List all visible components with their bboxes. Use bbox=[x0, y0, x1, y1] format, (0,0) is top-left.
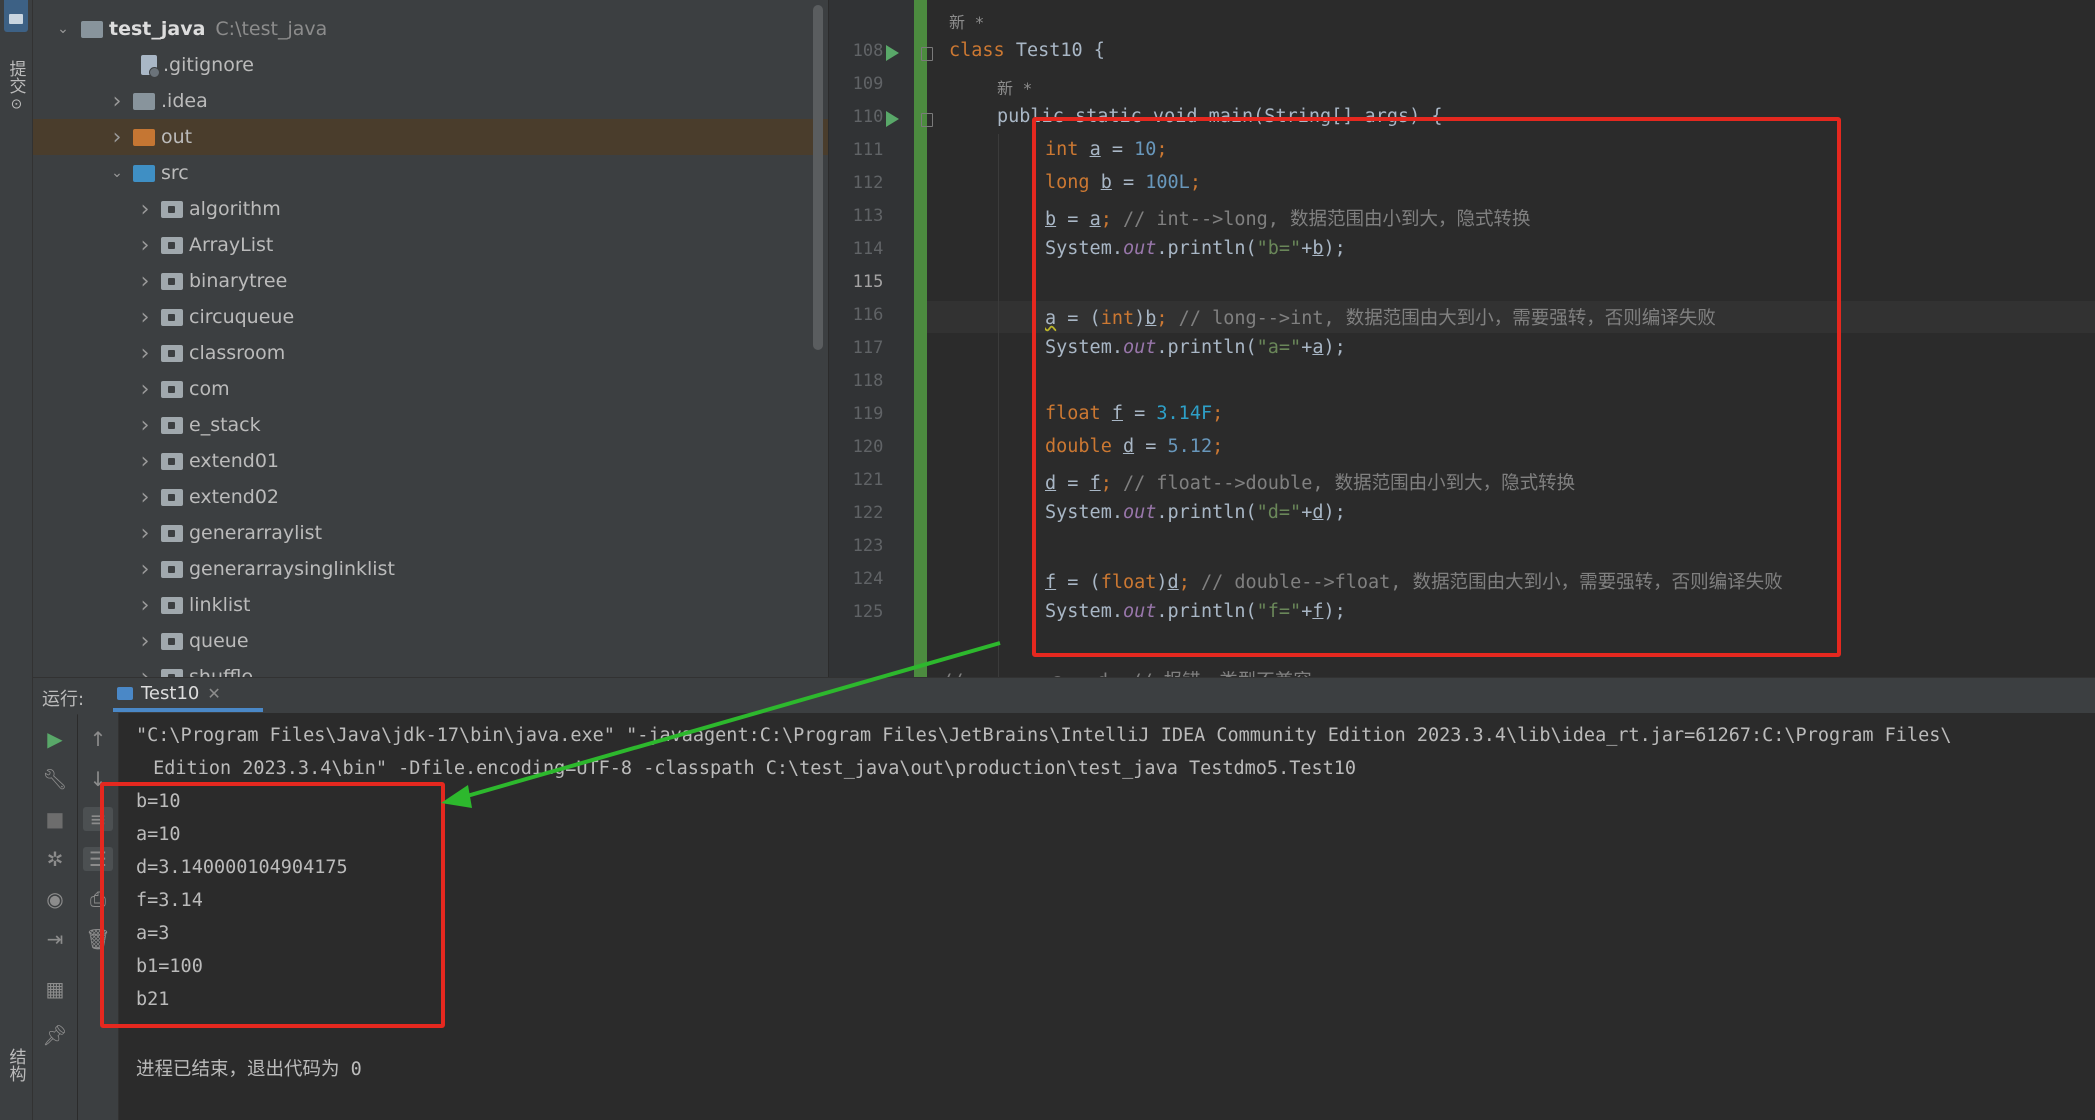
annotation-arrow bbox=[441, 641, 1001, 808]
